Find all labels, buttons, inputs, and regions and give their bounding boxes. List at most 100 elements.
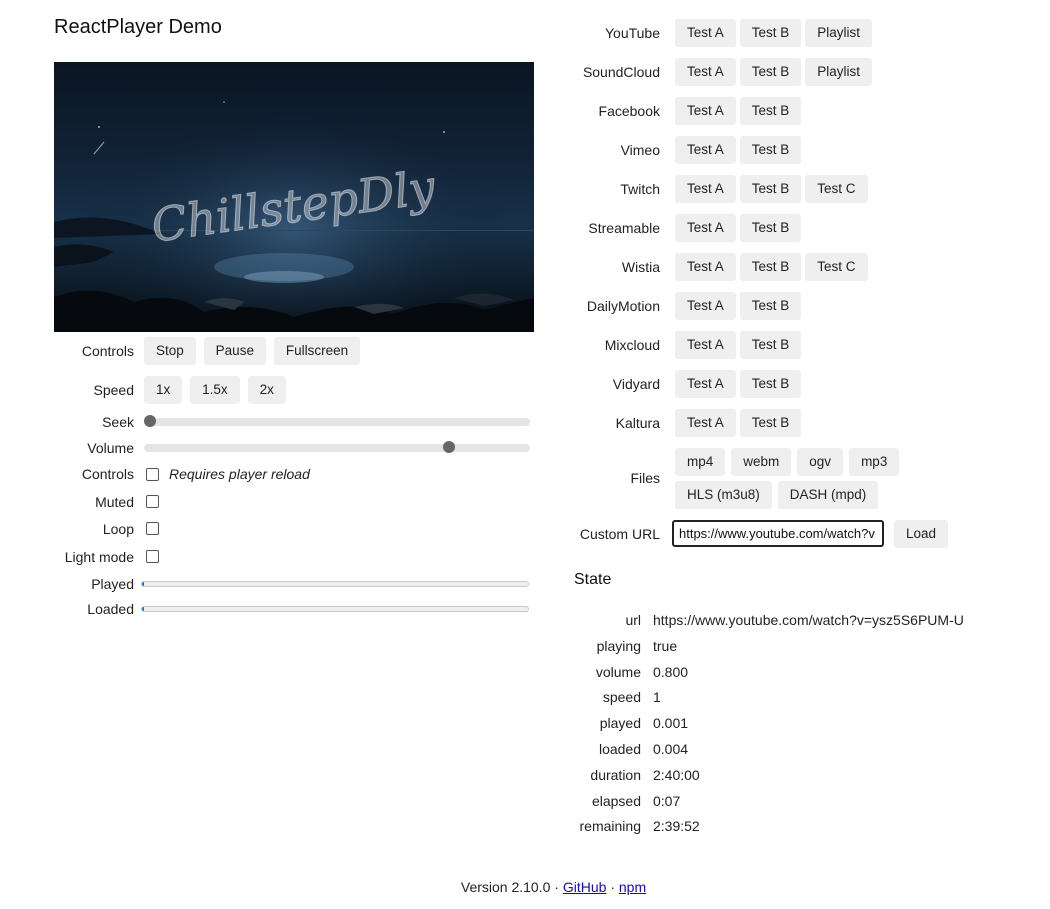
kaltura-test-b-button[interactable]: Test B bbox=[739, 409, 802, 437]
file-dash-button[interactable]: DASH (mpd) bbox=[777, 481, 879, 509]
custom-url-label: Custom URL bbox=[579, 526, 660, 542]
state-row-played: played 0.001 bbox=[560, 711, 1040, 735]
source-label: Twitch bbox=[620, 181, 660, 197]
vidyard-test-b-button[interactable]: Test B bbox=[739, 370, 802, 398]
file-webm-button[interactable]: webm bbox=[731, 448, 792, 476]
soundcloud-playlist-button[interactable]: Playlist bbox=[805, 58, 873, 86]
seek-slider-thumb[interactable] bbox=[144, 415, 157, 427]
controls-checkbox-row: Controls Requires player reload bbox=[54, 460, 544, 488]
stop-button[interactable]: Stop bbox=[144, 337, 196, 365]
source-row-streamable: Streamable Test A Test B bbox=[560, 214, 1040, 242]
source-label: Vimeo bbox=[620, 142, 660, 158]
light-mode-checkbox[interactable] bbox=[146, 550, 159, 563]
volume-label: Volume bbox=[87, 440, 134, 456]
video-frame: ChillstepDly bbox=[54, 62, 534, 332]
state-value: 0.001 bbox=[653, 715, 689, 732]
light-mode-row: Light mode bbox=[54, 543, 544, 571]
twitch-test-c-button[interactable]: Test C bbox=[805, 175, 868, 203]
source-label: Facebook bbox=[598, 103, 660, 119]
source-label: DailyMotion bbox=[586, 298, 660, 314]
muted-row: Muted bbox=[54, 488, 544, 516]
load-url-button[interactable]: Load bbox=[894, 520, 949, 548]
loop-checkbox[interactable] bbox=[146, 522, 159, 535]
state-key: url bbox=[625, 612, 641, 628]
vimeo-test-a-button[interactable]: Test A bbox=[675, 136, 736, 164]
wistia-test-c-button[interactable]: Test C bbox=[805, 253, 868, 281]
state-key: playing bbox=[596, 637, 641, 654]
state-row-duration: duration 2:40:00 bbox=[560, 763, 1040, 787]
loop-row: Loop bbox=[54, 515, 544, 543]
mixcloud-test-b-button[interactable]: Test B bbox=[739, 331, 802, 359]
pause-button[interactable]: Pause bbox=[203, 337, 266, 365]
mixcloud-test-a-button[interactable]: Test A bbox=[675, 331, 736, 359]
light-mode-label: Light mode bbox=[64, 549, 134, 565]
custom-url-input[interactable]: https://www.youtube.com/watch?v bbox=[672, 520, 884, 547]
file-ogv-button[interactable]: ogv bbox=[797, 448, 844, 476]
state-key: duration bbox=[590, 766, 641, 783]
controls-checkbox[interactable] bbox=[146, 468, 159, 481]
state-value: true bbox=[653, 637, 678, 654]
vimeo-test-b-button[interactable]: Test B bbox=[739, 136, 802, 164]
speed-row: Speed 1x 1.5x 2x bbox=[54, 376, 544, 404]
source-row-soundcloud: SoundCloud Test A Test B Playlist bbox=[560, 58, 1040, 86]
file-mp4-button[interactable]: mp4 bbox=[675, 448, 726, 476]
volume-slider[interactable] bbox=[144, 441, 530, 453]
twitch-test-b-button[interactable]: Test B bbox=[739, 175, 802, 203]
state-key: speed bbox=[602, 689, 641, 706]
muted-label: Muted bbox=[95, 494, 134, 510]
source-row-wistia: Wistia Test A Test B Test C bbox=[560, 253, 1040, 281]
state-key: remaining bbox=[579, 818, 641, 835]
state-row-url: url https://www.youtube.com/watch?v=ysz5S… bbox=[560, 608, 1040, 632]
source-label: Wistia bbox=[621, 259, 660, 275]
footer: Version 2.10.0 · GitHub · npm bbox=[0, 879, 1050, 895]
state-key: played bbox=[599, 715, 641, 732]
controls-label: Controls bbox=[81, 343, 134, 359]
volume-row: Volume bbox=[54, 434, 544, 462]
speed-1x-button[interactable]: 1x bbox=[144, 376, 183, 404]
twitch-test-a-button[interactable]: Test A bbox=[675, 175, 736, 203]
file-mp3-button[interactable]: mp3 bbox=[849, 448, 900, 476]
speed-2x-button[interactable]: 2x bbox=[247, 376, 286, 404]
youtube-playlist-button[interactable]: Playlist bbox=[805, 19, 873, 47]
facebook-test-b-button[interactable]: Test B bbox=[739, 97, 802, 125]
source-label: Streamable bbox=[588, 220, 660, 236]
muted-checkbox[interactable] bbox=[146, 495, 159, 508]
fullscreen-button[interactable]: Fullscreen bbox=[273, 337, 361, 365]
soundcloud-test-a-button[interactable]: Test A bbox=[675, 58, 736, 86]
wistia-test-b-button[interactable]: Test B bbox=[739, 253, 802, 281]
state-value: 2:40:00 bbox=[653, 766, 700, 783]
volume-slider-thumb[interactable] bbox=[443, 441, 456, 453]
kaltura-test-a-button[interactable]: Test A bbox=[675, 409, 736, 437]
facebook-test-a-button[interactable]: Test A bbox=[675, 97, 736, 125]
speed-label: Speed bbox=[93, 382, 134, 398]
dailymotion-test-a-button[interactable]: Test A bbox=[675, 292, 736, 320]
streamable-test-b-button[interactable]: Test B bbox=[739, 214, 802, 242]
youtube-test-b-button[interactable]: Test B bbox=[739, 19, 802, 47]
state-value: 2:39:52 bbox=[653, 818, 700, 835]
controls-checkbox-label: Controls bbox=[81, 466, 134, 482]
file-hls-button[interactable]: HLS (m3u8) bbox=[675, 481, 772, 509]
github-link[interactable]: GitHub bbox=[563, 879, 607, 895]
source-label: SoundCloud bbox=[582, 64, 660, 80]
vidyard-test-a-button[interactable]: Test A bbox=[675, 370, 736, 398]
streamable-test-a-button[interactable]: Test A bbox=[675, 214, 736, 242]
files-label: Files bbox=[630, 470, 660, 486]
state-row-elapsed: elapsed 0:07 bbox=[560, 789, 1040, 813]
npm-link[interactable]: npm bbox=[619, 879, 646, 895]
loop-label: Loop bbox=[102, 521, 134, 537]
state-row-playing: playing true bbox=[560, 634, 1040, 658]
speed-1-5x-button[interactable]: 1.5x bbox=[190, 376, 240, 404]
state-value: 0:07 bbox=[653, 792, 681, 809]
dailymotion-test-b-button[interactable]: Test B bbox=[739, 292, 802, 320]
source-row-kaltura: Kaltura Test A Test B bbox=[560, 409, 1040, 437]
youtube-test-a-button[interactable]: Test A bbox=[675, 19, 736, 47]
soundcloud-test-b-button[interactable]: Test B bbox=[739, 58, 802, 86]
seek-slider[interactable] bbox=[144, 415, 530, 427]
state-key: loaded bbox=[598, 741, 641, 757]
video-player[interactable]: ChillstepDly bbox=[54, 62, 534, 332]
wistia-test-a-button[interactable]: Test A bbox=[675, 253, 736, 281]
source-row-youtube: YouTube Test A Test B Playlist bbox=[560, 19, 1040, 47]
played-row: Played bbox=[54, 570, 544, 598]
played-progress-fill bbox=[142, 582, 144, 586]
loaded-progress-fill bbox=[142, 607, 144, 611]
